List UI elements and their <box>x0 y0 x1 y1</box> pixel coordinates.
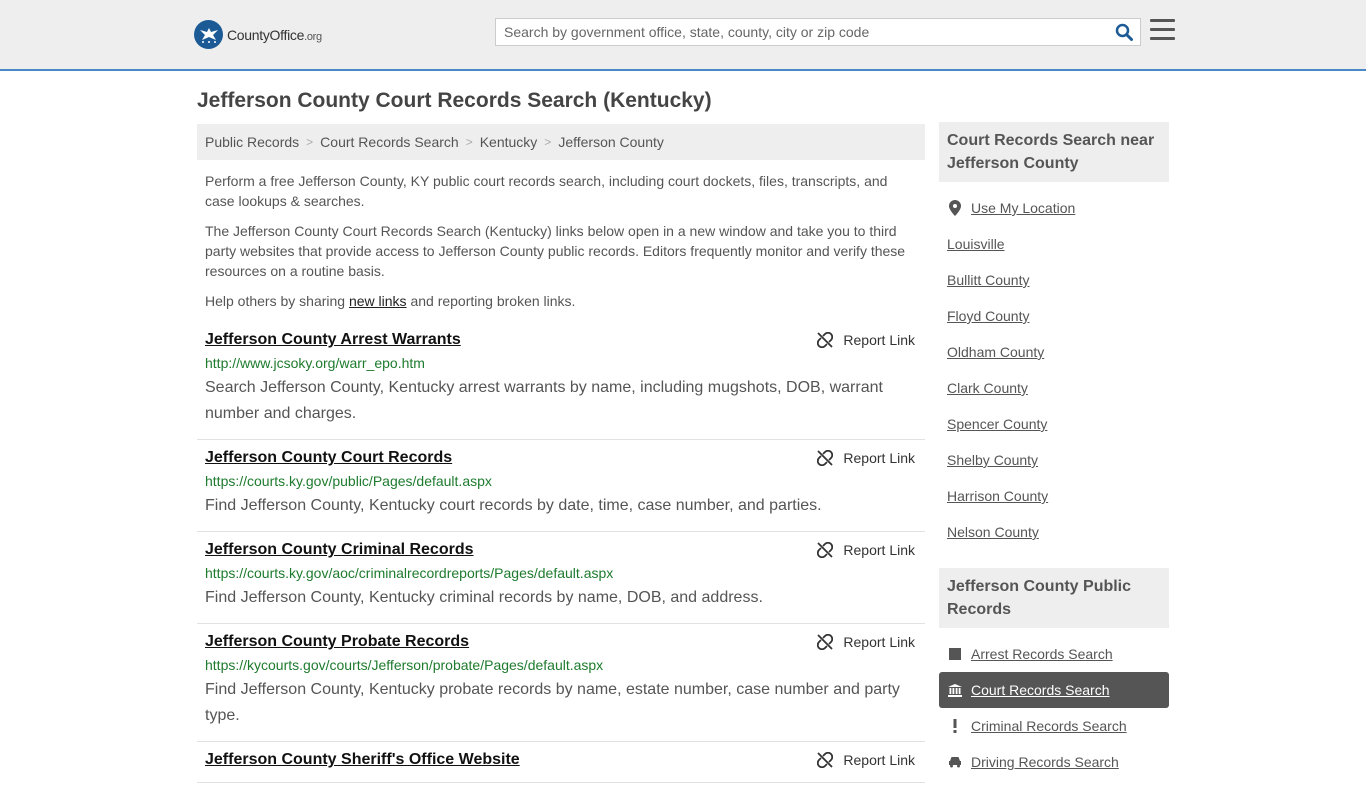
exclamation-icon <box>947 719 963 733</box>
records-list: Jefferson County Arrest Warrants http://… <box>197 322 925 783</box>
nearby-link-shelby-county[interactable]: Shelby County <box>947 452 1038 468</box>
intro-paragraph-3: Help others by sharing new links and rep… <box>205 293 576 309</box>
record-description: Find Jefferson County, Kentucky criminal… <box>205 589 763 606</box>
nearby-item: Louisville <box>947 226 1161 262</box>
record-description: Find Jefferson County, Kentucky probate … <box>205 681 900 724</box>
site-logo[interactable]: CountyOffice.org <box>194 20 322 49</box>
record-item: Jefferson County Sheriff's Office Websit… <box>197 742 925 783</box>
eagle-seal-icon <box>194 20 223 49</box>
square-icon <box>947 648 963 660</box>
breadcrumb-separator: > <box>306 135 314 149</box>
breadcrumb-kentucky[interactable]: Kentucky <box>480 134 538 150</box>
report-link-button[interactable]: Report Link <box>817 450 915 466</box>
public-records-item-active: Court Records Search <box>939 672 1169 708</box>
record-item: Jefferson County Arrest Warrants http://… <box>197 322 925 440</box>
nearby-item: Oldham County <box>947 334 1161 370</box>
court-records-search-link[interactable]: Court Records Search <box>971 682 1110 698</box>
nearby-list: Use My Location Louisville Bullitt Count… <box>939 182 1169 558</box>
sidebar: Court Records Search near Jefferson Coun… <box>939 122 1169 788</box>
record-description: Find Jefferson County, Kentucky court re… <box>205 497 822 514</box>
record-item: Jefferson County Court Records https://c… <box>197 440 925 532</box>
nearby-link-spencer-county[interactable]: Spencer County <box>947 416 1047 432</box>
nearby-link-harrison-county[interactable]: Harrison County <box>947 488 1048 504</box>
record-url: https://kycourts.gov/courts/Jefferson/pr… <box>205 657 604 673</box>
record-title-link[interactable]: Jefferson County Court Records <box>205 448 452 468</box>
record-item: Jefferson County Criminal Records https:… <box>197 532 925 624</box>
breadcrumb-jefferson-county[interactable]: Jefferson County <box>558 134 664 150</box>
public-records-list: Arrest Records Search Court Records Sear… <box>939 628 1169 788</box>
use-my-location-item: Use My Location <box>947 190 1161 226</box>
record-title-link[interactable]: Jefferson County Probate Records <box>205 632 469 652</box>
record-description: Search Jefferson County, Kentucky arrest… <box>205 379 883 422</box>
nearby-item: Harrison County <box>947 478 1161 514</box>
record-url: https://courts.ky.gov/aoc/criminalrecord… <box>205 565 614 581</box>
nearby-item: Shelby County <box>947 442 1161 478</box>
broken-link-icon <box>817 332 834 348</box>
criminal-records-search-link[interactable]: Criminal Records Search <box>971 718 1127 734</box>
new-links-link[interactable]: new links <box>349 293 407 309</box>
public-records-item: Driving Records Search <box>947 744 1161 780</box>
nearby-link-floyd-county[interactable]: Floyd County <box>947 308 1029 324</box>
search-icon <box>1115 23 1133 41</box>
record-title-link[interactable]: Jefferson County Sheriff's Office Websit… <box>205 750 520 770</box>
breadcrumb-separator: > <box>465 135 473 149</box>
breadcrumb-public-records[interactable]: Public Records <box>205 134 299 150</box>
report-link-button[interactable]: Report Link <box>817 332 915 348</box>
nearby-link-clark-county[interactable]: Clark County <box>947 380 1028 396</box>
hamburger-menu-icon[interactable] <box>1150 19 1175 43</box>
report-link-button[interactable]: Report Link <box>817 634 915 650</box>
breadcrumb-court-records-search[interactable]: Court Records Search <box>320 134 459 150</box>
site-header: CountyOffice.org <box>0 0 1366 71</box>
intro-text: Perform a free Jefferson County, KY publ… <box>205 171 917 321</box>
sidebar-heading-nearby: Court Records Search near Jefferson Coun… <box>939 122 1169 182</box>
logo-text: CountyOffice.org <box>227 26 322 43</box>
record-item: Jefferson County Probate Records https:/… <box>197 624 925 742</box>
record-url: https://courts.ky.gov/public/Pages/defau… <box>205 473 492 489</box>
search-input[interactable] <box>496 19 1108 45</box>
nearby-link-bullitt-county[interactable]: Bullitt County <box>947 272 1029 288</box>
nearby-link-louisville[interactable]: Louisville <box>947 236 1005 252</box>
broken-link-icon <box>817 450 834 466</box>
public-records-item: Arrest Records Search <box>947 636 1161 672</box>
breadcrumb: Public Records > Court Records Search > … <box>197 124 925 160</box>
page-title: Jefferson County Court Records Search (K… <box>197 89 712 112</box>
nearby-item: Bullitt County <box>947 262 1161 298</box>
nearby-item: Spencer County <box>947 406 1161 442</box>
breadcrumb-separator: > <box>544 135 552 149</box>
broken-link-icon <box>817 542 834 558</box>
nearby-link-oldham-county[interactable]: Oldham County <box>947 344 1044 360</box>
record-title-link[interactable]: Jefferson County Criminal Records <box>205 540 474 560</box>
nearby-link-nelson-county[interactable]: Nelson County <box>947 524 1039 540</box>
public-records-item: Criminal Records Search <box>947 708 1161 744</box>
record-title-link[interactable]: Jefferson County Arrest Warrants <box>205 330 461 350</box>
map-pin-icon <box>947 200 963 216</box>
courthouse-icon <box>947 683 963 697</box>
nearby-item: Nelson County <box>947 514 1161 550</box>
intro-paragraph-2: The Jefferson County Court Records Searc… <box>205 223 906 279</box>
search-bar <box>495 18 1141 46</box>
arrest-records-search-link[interactable]: Arrest Records Search <box>971 646 1113 662</box>
broken-link-icon <box>817 752 834 768</box>
broken-link-icon <box>817 634 834 650</box>
record-url: http://www.jcsoky.org/warr_epo.htm <box>205 355 425 371</box>
intro-paragraph-1: Perform a free Jefferson County, KY publ… <box>205 173 888 209</box>
sidebar-heading-public-records: Jefferson County Public Records <box>939 568 1169 628</box>
nearby-item: Clark County <box>947 370 1161 406</box>
nearby-item: Floyd County <box>947 298 1161 334</box>
search-button[interactable] <box>1108 19 1140 45</box>
car-icon <box>947 756 963 768</box>
use-my-location-link[interactable]: Use My Location <box>971 200 1075 216</box>
report-link-button[interactable]: Report Link <box>817 542 915 558</box>
report-link-button[interactable]: Report Link <box>817 752 915 768</box>
